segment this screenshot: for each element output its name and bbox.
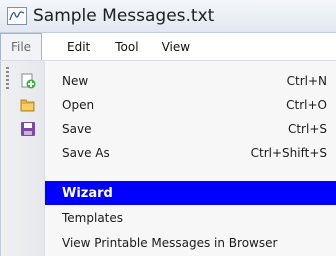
menu-item-label: New	[62, 74, 89, 88]
file-dropdown-menu: New Ctrl+N Open Ctrl+O Save Ctrl+S Save …	[0, 61, 336, 256]
menu-item-view-printable[interactable]: View Printable Messages in Browser	[45, 231, 336, 255]
menu-view[interactable]: View	[162, 33, 190, 60]
menu-item-shortcut: Ctrl+Shift+S	[250, 146, 327, 160]
menu-file[interactable]: File	[0, 33, 42, 60]
menu-icon-gutter	[1, 61, 45, 256]
grip-handle	[6, 67, 9, 89]
menu-item-templates[interactable]: Templates	[45, 206, 336, 230]
window-title: Sample Messages.txt	[33, 6, 215, 26]
new-document-icon	[20, 73, 36, 89]
floppy-disk-icon	[20, 121, 36, 137]
menu-item-open[interactable]: Open Ctrl+O	[45, 93, 336, 117]
menu-item-new[interactable]: New Ctrl+N	[45, 69, 336, 93]
menu-item-shortcut: Ctrl+S	[287, 122, 327, 136]
menu-item-label: Templates	[62, 211, 124, 225]
signature-app-icon	[7, 7, 27, 25]
menu-item-shortcut: Ctrl+O	[286, 98, 327, 112]
menu-item-save-as[interactable]: Save As Ctrl+Shift+S	[45, 141, 336, 165]
menu-edit[interactable]: Edit	[67, 33, 90, 60]
menu-item-label: Save	[62, 122, 92, 136]
title-bar: Sample Messages.txt	[0, 0, 336, 33]
menu-item-label: Save As	[62, 146, 110, 160]
menu-item-label: Wizard	[62, 185, 113, 201]
menu-item-label: View Printable Messages in Browser	[62, 236, 278, 250]
menu-tool[interactable]: Tool	[115, 33, 138, 60]
menu-item-wizard[interactable]: Wizard	[45, 181, 336, 205]
menu-item-save[interactable]: Save Ctrl+S	[45, 117, 336, 141]
menu-item-shortcut: Ctrl+N	[286, 74, 327, 88]
menu-bar: File Edit Tool View	[0, 33, 336, 61]
menu-item-label: Open	[62, 98, 95, 112]
folder-open-icon	[20, 97, 36, 113]
